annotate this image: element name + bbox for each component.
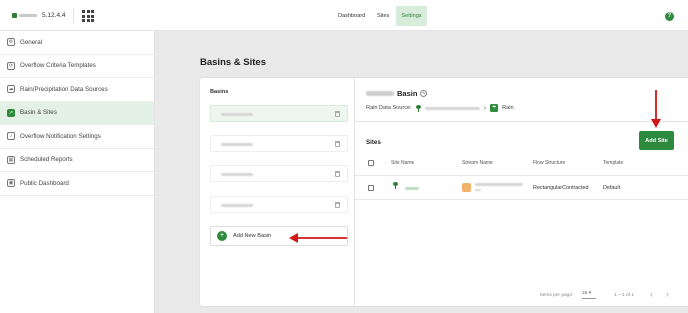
sidebar-item-rain-data-sources[interactable]: ☁ Rain/Precipitation Data Sources xyxy=(0,78,154,102)
basin-item[interactable] xyxy=(210,165,348,182)
flow-structure-cell: RectangularContracted xyxy=(533,185,589,191)
nav-settings[interactable]: Settings xyxy=(396,6,427,26)
sidebar-item-label: Basin & Sites xyxy=(20,109,57,117)
sidebar-item-scheduled-reports[interactable]: ▦ Scheduled Reports xyxy=(0,149,154,172)
rain-label[interactable]: Rain xyxy=(502,105,514,111)
basin-item[interactable] xyxy=(210,105,348,122)
page-title: Basins & Sites xyxy=(200,57,266,68)
stream-icon xyxy=(462,183,471,192)
sidebar-item-basin-sites[interactable]: ↗ Basin & Sites xyxy=(0,101,154,125)
basins-sites-panel: Basins + Add New Basin Basin ✎ Rain Data… xyxy=(200,78,688,306)
divider xyxy=(355,199,688,200)
basin-header: Basin ✎ xyxy=(366,89,428,98)
help-icon[interactable]: ? xyxy=(665,12,674,21)
template-cell: Default xyxy=(603,185,621,191)
redacted-text xyxy=(221,143,253,146)
nav-dashboard[interactable]: Dashboard xyxy=(334,6,369,26)
divider xyxy=(355,121,688,122)
sidebar-item-general[interactable]: ⚙ General xyxy=(0,31,154,55)
trash-icon[interactable] xyxy=(335,111,340,117)
nav-sites[interactable]: Sites xyxy=(373,6,393,26)
calendar-icon: ▦ xyxy=(7,155,15,164)
redacted-text[interactable] xyxy=(405,187,419,190)
sidebar-item-label: Overflow Notification Settings xyxy=(20,132,101,140)
divider xyxy=(73,8,74,23)
tree-icon xyxy=(415,104,421,112)
column-header-template[interactable]: Template xyxy=(603,160,623,166)
column-header-stream-name[interactable]: Stream Name xyxy=(462,160,493,166)
basins-heading: Basins xyxy=(210,89,229,95)
select-all-checkbox[interactable] xyxy=(368,160,374,166)
sites-heading: Sites xyxy=(366,139,381,146)
redacted-text xyxy=(221,204,253,207)
rain-icon: ☁ xyxy=(7,85,15,94)
add-site-button[interactable]: Add Site xyxy=(639,131,674,150)
redacted-text xyxy=(366,91,394,96)
prev-page-icon[interactable]: ‹ xyxy=(650,289,653,299)
sidebar-item-label: Overflow Criteria Templates xyxy=(20,62,96,70)
edit-icon[interactable]: ✎ xyxy=(420,90,428,97)
chart-icon: ↗ xyxy=(7,108,15,117)
basins-list: Basins + Add New Basin xyxy=(200,78,355,306)
sidebar: ⚙ General ⟳ Overflow Criteria Templates … xyxy=(0,31,155,313)
divider xyxy=(355,175,688,176)
chevron-right-icon: › xyxy=(483,104,487,112)
redacted-text xyxy=(424,106,480,110)
page-range: 1 – 1 of 1 xyxy=(614,293,635,298)
basin-item[interactable] xyxy=(210,196,348,213)
tree-icon xyxy=(393,182,398,189)
redacted-text xyxy=(475,189,481,191)
rain-source-label: Rain Data Source: xyxy=(366,105,412,111)
rain-icon: ☂ xyxy=(490,104,499,112)
version-label: 5.12.4.4 xyxy=(42,12,66,19)
apps-grid-icon[interactable] xyxy=(82,10,94,22)
trash-icon[interactable] xyxy=(335,202,340,208)
rain-data-source: Rain Data Source: › ☂ Rain xyxy=(366,104,514,112)
trash-icon[interactable] xyxy=(335,141,340,147)
redacted-text xyxy=(221,113,253,116)
sidebar-item-overflow-notification-settings[interactable]: ♪ Overflow Notification Settings xyxy=(0,125,154,149)
top-bar: 5.12.4.4 Dashboard Sites Settings ? xyxy=(0,0,688,31)
items-per-page-label: Items per page: xyxy=(540,293,574,298)
add-new-basin-label: Add New Basin xyxy=(233,233,272,239)
items-per-page-value: 25 xyxy=(582,291,588,296)
redacted-text xyxy=(475,183,523,186)
dashboard-icon: ▣ xyxy=(7,179,15,188)
trash-icon[interactable] xyxy=(335,171,340,177)
template-icon: ⟳ xyxy=(7,61,15,70)
sidebar-item-label: Public Dashboard xyxy=(20,179,69,187)
basin-item[interactable] xyxy=(210,135,348,152)
sidebar-item-overflow-criteria-templates[interactable]: ⟳ Overflow Criteria Templates xyxy=(0,55,154,78)
sidebar-item-label: Rain/Precipitation Data Sources xyxy=(20,85,108,93)
bell-icon: ♪ xyxy=(7,132,15,141)
sidebar-item-label: Scheduled Reports xyxy=(20,156,73,164)
plus-icon: + xyxy=(217,231,227,241)
column-header-site-name[interactable]: Site Name xyxy=(391,160,414,166)
add-new-basin-button[interactable]: + Add New Basin xyxy=(210,226,348,246)
row-checkbox[interactable] xyxy=(368,185,374,191)
column-header-flow-structure[interactable]: Flow Structure xyxy=(533,160,565,166)
gear-icon: ⚙ xyxy=(7,38,15,47)
sidebar-item-public-dashboard[interactable]: ▣ Public Dashboard xyxy=(0,172,154,196)
sidebar-item-label: General xyxy=(20,38,43,46)
items-per-page-select[interactable]: 25 ▾ xyxy=(582,291,596,299)
redacted-text xyxy=(221,173,253,176)
next-page-icon[interactable]: › xyxy=(666,289,669,299)
app-logo[interactable] xyxy=(12,12,38,19)
basin-title: Basin xyxy=(397,89,418,98)
